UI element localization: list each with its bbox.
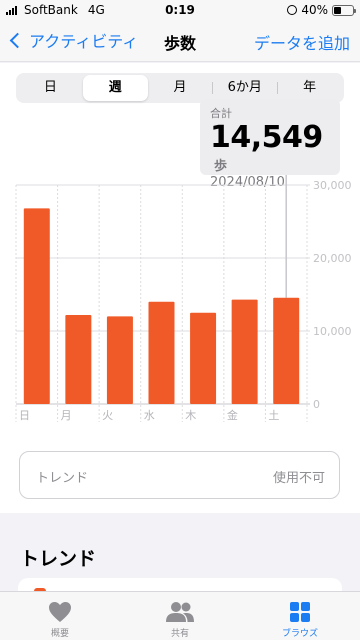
callout-value: 14,549 <box>210 120 323 155</box>
x-tick-label: 土 <box>268 409 279 422</box>
bar-2 <box>106 316 133 404</box>
x-tick-label: 月 <box>61 409 72 422</box>
chevron-left-icon <box>9 32 26 48</box>
x-tick-label: 木 <box>185 409 196 422</box>
back-button[interactable]: アクティビティ <box>6 28 138 52</box>
callout-label: 合計 <box>210 107 232 120</box>
add-data-button[interactable]: データを追加 <box>254 30 350 54</box>
steps-bar-chart[interactable]: 30,000 20,000 10,000 0 日 月 火 水 木 金 土 <box>0 175 360 425</box>
trend-label: トレンド <box>36 471 89 486</box>
navigation-bar: アクティビティ 歩数 データを追加 <box>0 20 360 62</box>
orientation-lock-icon <box>287 5 298 15</box>
tab-summary-label: 概要 <box>50 629 69 639</box>
bar-5 <box>231 299 258 404</box>
selected-value-callout: 合計 14,549歩 2024/08/10 <box>200 99 340 190</box>
tab-sharing-label: 共有 <box>170 629 189 639</box>
segment-six-months[interactable]: 6か月 <box>212 75 277 101</box>
bar-1 <box>65 314 92 404</box>
people-icon <box>165 600 195 624</box>
trend-status: 使用不可 <box>272 471 325 486</box>
x-tick-label: 金 <box>227 408 238 422</box>
segment-day[interactable]: 日 <box>18 75 83 101</box>
tab-browse-label: ブラウズ <box>281 629 318 639</box>
tab-summary[interactable]: 概要 <box>0 592 120 640</box>
callout-unit: 歩 <box>214 159 228 174</box>
y-tick-label: 0 <box>313 398 320 411</box>
battery-percent: 40% <box>301 3 328 17</box>
back-label: アクティビティ <box>29 32 139 51</box>
x-tick-label: 火 <box>102 409 113 422</box>
steps-chart-card: 日 週 月 6か月 年 合計 14,549歩 2024/08/10 30,000… <box>0 63 360 513</box>
battery-icon <box>332 4 356 16</box>
segment-year[interactable]: 年 <box>277 75 342 101</box>
trend-row[interactable]: トレンド 使用不可 <box>19 451 340 499</box>
section-title-trend: トレンド <box>20 548 97 570</box>
y-tick-label: 10,000 <box>313 325 352 338</box>
bar-0 <box>23 208 50 404</box>
bar-4 <box>190 312 217 404</box>
tab-browse[interactable]: ブラウズ <box>240 592 360 640</box>
bar-6 <box>273 297 300 404</box>
y-tick-label: 30,000 <box>313 179 352 192</box>
segment-month[interactable]: 月 <box>148 75 213 101</box>
x-tick-label: 水 <box>144 409 155 422</box>
bar-3 <box>148 301 175 404</box>
y-tick-label: 20,000 <box>313 252 352 265</box>
x-tick-label: 日 <box>19 409 30 422</box>
heart-icon <box>48 600 72 624</box>
tab-sharing[interactable]: 共有 <box>120 592 240 640</box>
segment-week[interactable]: 週 <box>82 75 148 101</box>
grid-icon <box>289 600 311 624</box>
tab-bar: 概要 共有 ブラウズ <box>0 591 360 640</box>
status-bar: SoftBank 4G 0:19 40% <box>0 0 360 20</box>
